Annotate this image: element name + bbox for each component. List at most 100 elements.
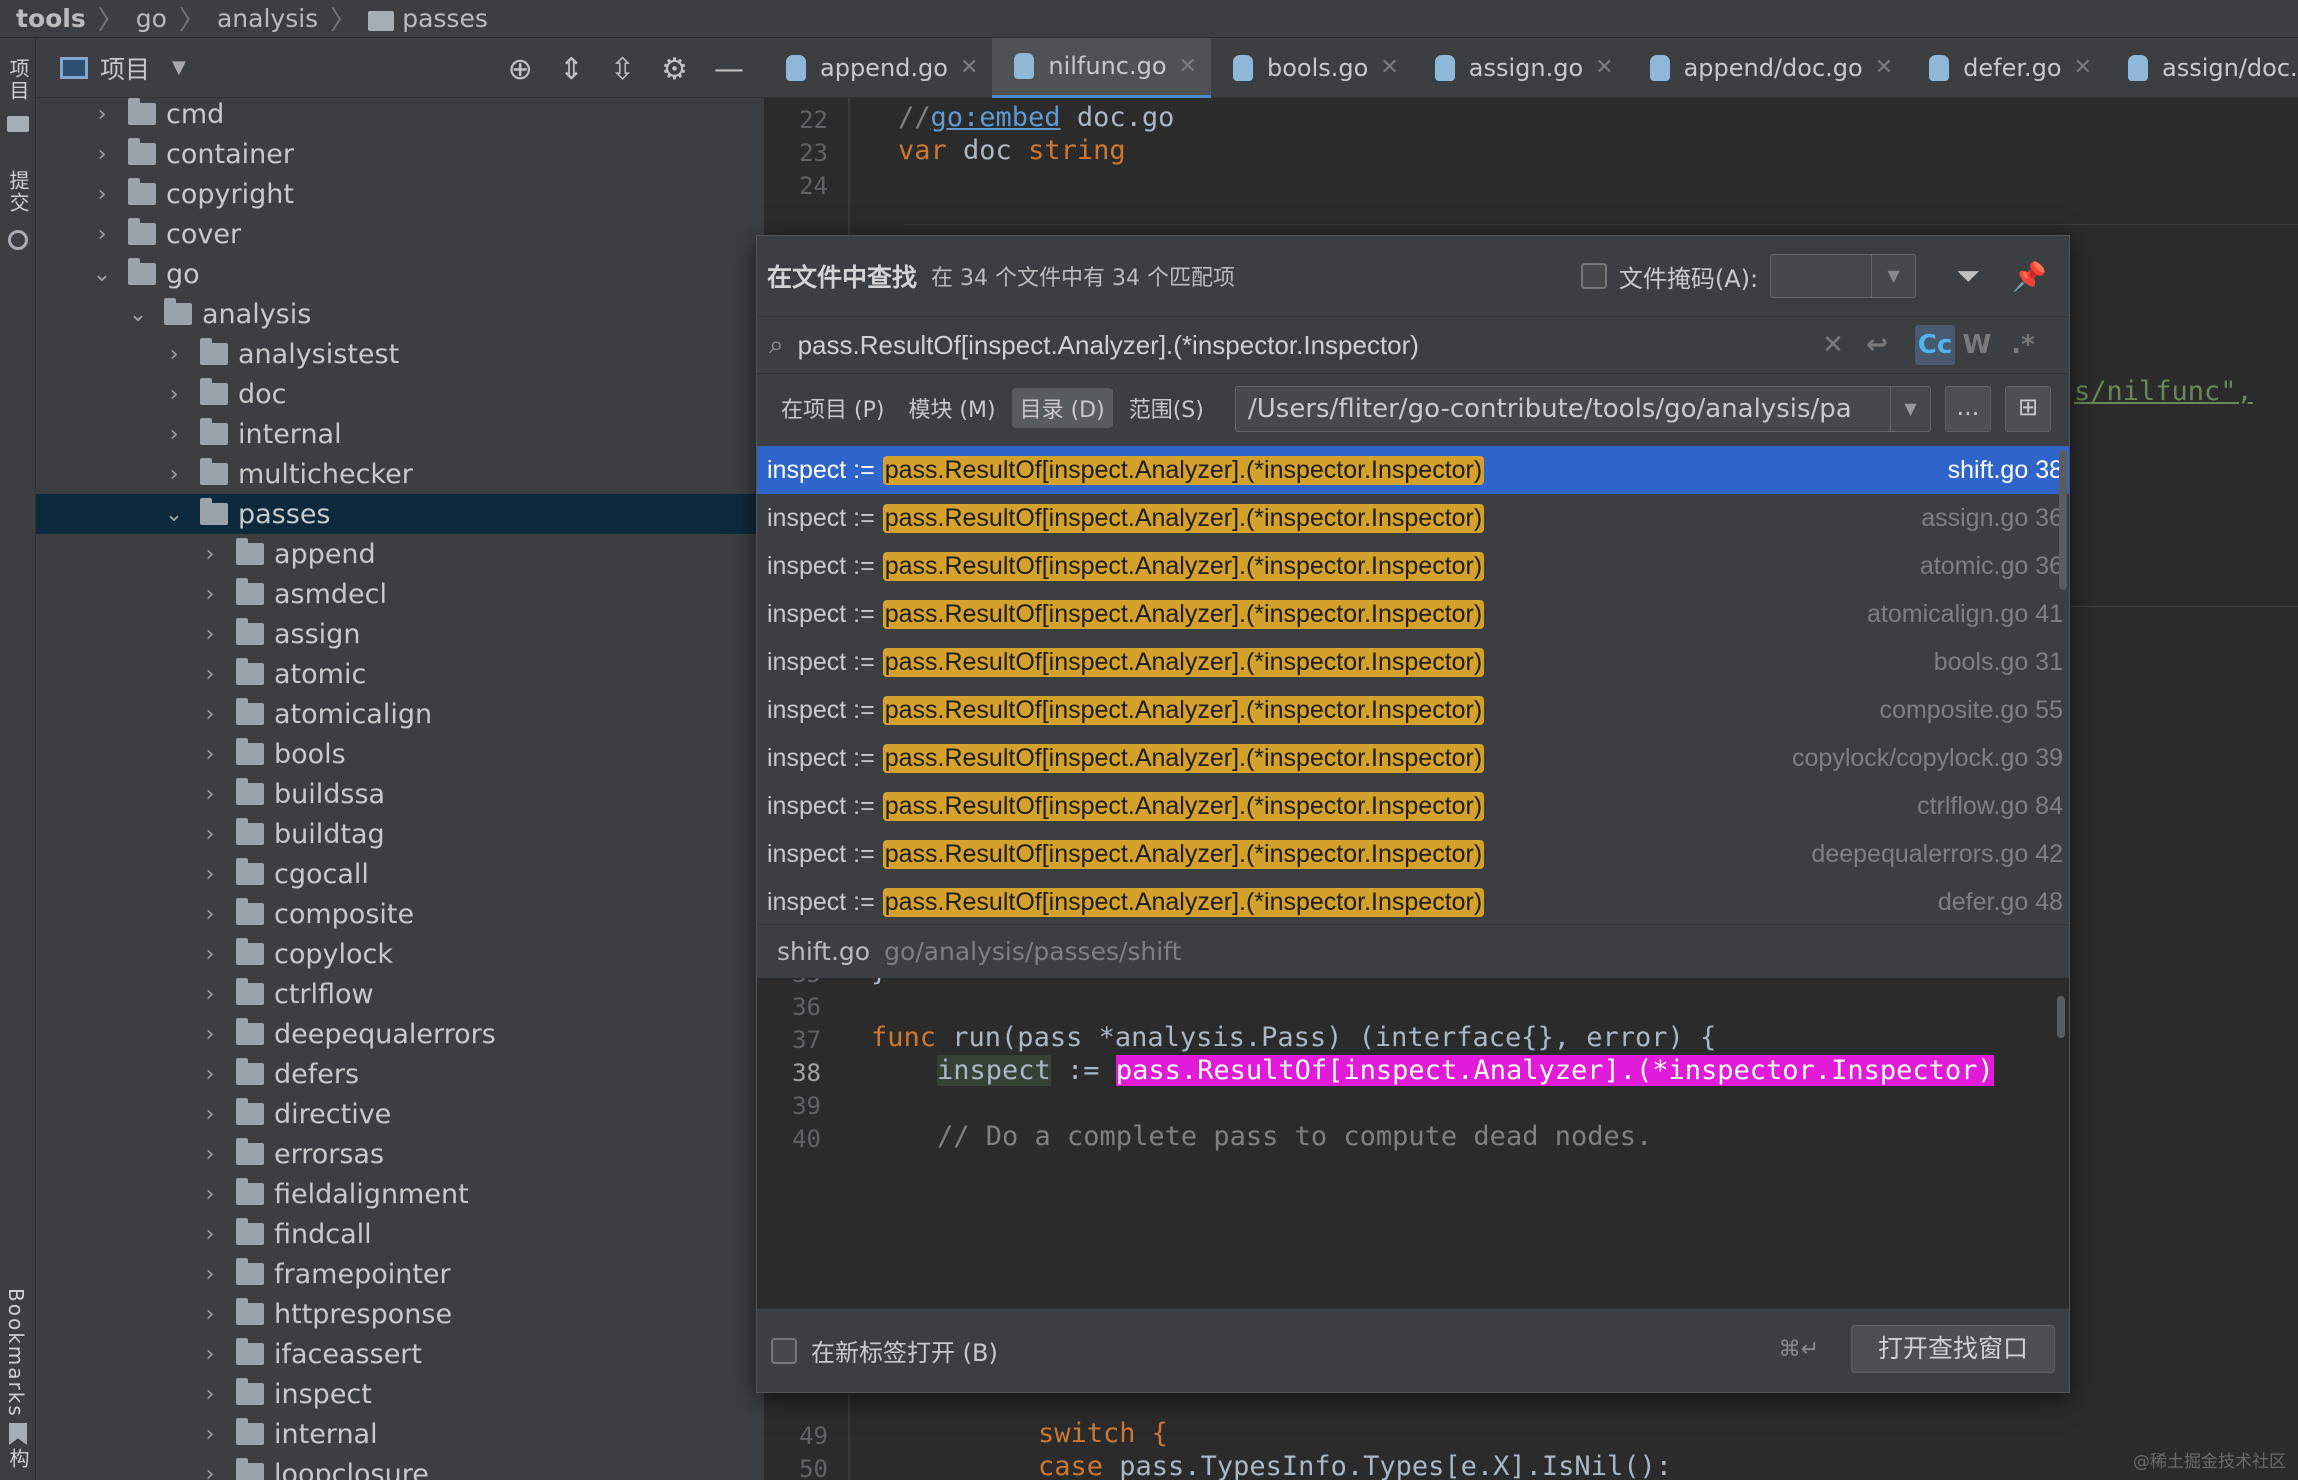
chevron-down-icon[interactable]: ⌄	[164, 502, 184, 527]
scope-custom[interactable]: 范围(S)	[1121, 388, 1212, 428]
tree-item-analysistest[interactable]: › analysistest	[36, 334, 764, 374]
chevron-right-icon[interactable]: ›	[92, 222, 112, 247]
close-icon[interactable]: ✕	[1380, 55, 1398, 80]
breadcrumb-analysis[interactable]: analysis	[217, 4, 318, 33]
chevron-right-icon[interactable]: ›	[200, 542, 220, 567]
tree-item-ifaceassert[interactable]: › ifaceassert	[36, 1334, 764, 1374]
chevron-right-icon[interactable]: ›	[164, 422, 184, 447]
tree-item-doc[interactable]: › doc	[36, 374, 764, 414]
tree-item-copylock[interactable]: › copylock	[36, 934, 764, 974]
chevron-right-icon[interactable]: ›	[200, 1302, 220, 1327]
chevron-down-icon[interactable]: ⌄	[128, 302, 148, 327]
chevron-right-icon[interactable]: ›	[92, 142, 112, 167]
chevron-right-icon[interactable]: ›	[200, 822, 220, 847]
result-row[interactable]: inspect := pass.ResultOf[inspect.Analyzer…	[757, 878, 2069, 924]
open-in-new-tab-checkbox[interactable]	[771, 1337, 797, 1364]
tree-item-directive[interactable]: › directive	[36, 1094, 764, 1134]
breadcrumb-tools[interactable]: tools	[16, 4, 86, 33]
close-icon[interactable]: ✕	[2074, 55, 2092, 80]
tree-item-atomicalign[interactable]: › atomicalign	[36, 694, 764, 734]
chevron-right-icon[interactable]: ›	[200, 702, 220, 727]
file-mask-checkbox[interactable]	[1580, 263, 1607, 289]
tab-bools.go[interactable]: bools.go ✕	[1211, 38, 1413, 98]
chevron-right-icon[interactable]: ›	[200, 862, 220, 887]
tree-item-atomic[interactable]: › atomic	[36, 654, 764, 694]
tree-item-cgocall[interactable]: › cgocall	[36, 854, 764, 894]
tree-item-copyright[interactable]: › copyright	[36, 174, 764, 214]
chevron-down-icon[interactable]: ▼	[1890, 387, 1930, 431]
open-find-window-button[interactable]: 打开查找窗口	[1850, 1325, 2055, 1373]
tree-item-go[interactable]: ⌄ go	[36, 254, 764, 294]
tree-item-buildtag[interactable]: › buildtag	[36, 814, 764, 854]
tab-defer.go[interactable]: defer.go ✕	[1907, 38, 2106, 98]
chevron-right-icon[interactable]: ›	[200, 662, 220, 687]
chevron-right-icon[interactable]: ›	[164, 342, 184, 367]
result-row[interactable]: inspect := pass.ResultOf[inspect.Analyzer…	[757, 542, 2069, 590]
chevron-right-icon[interactable]: ›	[164, 462, 184, 487]
chevron-right-icon[interactable]: ›	[200, 1182, 220, 1207]
chevron-right-icon[interactable]: ›	[200, 1262, 220, 1287]
close-icon[interactable]: ✕	[1179, 54, 1197, 79]
filter-icon[interactable]: ⏷	[1956, 259, 1980, 294]
result-row[interactable]: inspect := pass.ResultOf[inspect.Analyzer…	[757, 830, 2069, 878]
file-mask-input[interactable]: ▼	[1770, 254, 1917, 298]
close-icon[interactable]: ✕	[1595, 55, 1613, 80]
tab-append/doc.go[interactable]: append/doc.go ✕	[1628, 38, 1908, 98]
tree-item-deepequalerrors[interactable]: › deepequalerrors	[36, 1014, 764, 1054]
chevron-right-icon[interactable]: ›	[200, 742, 220, 767]
chevron-right-icon[interactable]: ›	[200, 902, 220, 927]
scope-directory[interactable]: 目录 (D)	[1011, 388, 1113, 428]
chevron-right-icon[interactable]: ›	[200, 1062, 220, 1087]
tree-item-analysis[interactable]: ⌄ analysis	[36, 294, 764, 334]
chevron-right-icon[interactable]: ›	[200, 1222, 220, 1247]
chevron-right-icon[interactable]: ›	[200, 1022, 220, 1047]
breadcrumb-passes[interactable]: passes	[402, 4, 488, 33]
tree-item-append[interactable]: › append	[36, 534, 764, 574]
gear-icon[interactable]: ⚙	[661, 52, 688, 87]
tree-item-container[interactable]: › container	[36, 134, 764, 174]
chevron-right-icon[interactable]: ›	[200, 582, 220, 607]
tree-item-inspect[interactable]: › inspect	[36, 1374, 764, 1414]
project-tool-button[interactable]: 项目	[4, 58, 33, 102]
recursive-icon[interactable]: ⊞	[2005, 386, 2051, 432]
embed-directive-link[interactable]: go:embed	[931, 102, 1061, 133]
close-icon[interactable]: ✕	[1875, 55, 1893, 80]
result-row[interactable]: inspect := pass.ResultOf[inspect.Analyzer…	[757, 494, 2069, 542]
chevron-right-icon[interactable]: ›	[200, 1342, 220, 1367]
chevron-right-icon[interactable]: ›	[200, 622, 220, 647]
result-row[interactable]: inspect := pass.ResultOf[inspect.Analyzer…	[757, 782, 2069, 830]
directory-path-input[interactable]: /Users/fliter/go-contribute/tools/go/ana…	[1235, 386, 1931, 432]
tree-item-cover[interactable]: › cover	[36, 214, 764, 254]
tree-item-multichecker[interactable]: › multichecker	[36, 454, 764, 494]
chevron-right-icon[interactable]: ›	[200, 1142, 220, 1167]
chevron-right-icon[interactable]: ›	[164, 382, 184, 407]
chevron-right-icon[interactable]: ›	[200, 942, 220, 967]
project-panel-title[interactable]: 项目	[100, 50, 150, 86]
tree-item-cmd[interactable]: › cmd	[36, 94, 764, 134]
preview-scrollbar[interactable]	[2057, 996, 2065, 1038]
scope-project[interactable]: 在项目 (P)	[773, 388, 892, 428]
result-row[interactable]: inspect := pass.ResultOf[inspect.Analyzer…	[757, 446, 2069, 494]
commit-tool-button[interactable]: 提交	[4, 170, 33, 214]
tree-item-fieldalignment[interactable]: › fieldalignment	[36, 1174, 764, 1214]
collapse-all-icon[interactable]: ⇳	[610, 52, 635, 87]
tree-item-internal[interactable]: › internal	[36, 414, 764, 454]
result-row[interactable]: inspect := pass.ResultOf[inspect.Analyzer…	[757, 734, 2069, 782]
tree-item-assign[interactable]: › assign	[36, 614, 764, 654]
tree-item-buildssa[interactable]: › buildssa	[36, 774, 764, 814]
chevron-right-icon[interactable]: ›	[200, 982, 220, 1007]
bookmarks-tool-button[interactable]: Bookmarks	[4, 1288, 28, 1418]
new-line-icon[interactable]: ↩	[1857, 325, 1897, 365]
tree-item-httpresponse[interactable]: › httpresponse	[36, 1294, 764, 1334]
tree-item-errorsas[interactable]: › errorsas	[36, 1134, 764, 1174]
result-row[interactable]: inspect := pass.ResultOf[inspect.Analyzer…	[757, 638, 2069, 686]
clear-icon[interactable]: ✕	[1813, 325, 1853, 365]
breadcrumb-go[interactable]: go	[136, 4, 167, 33]
match-case-toggle[interactable]: Cc	[1915, 325, 1955, 365]
tree-item-ctrlflow[interactable]: › ctrlflow	[36, 974, 764, 1014]
tree-item-findcall[interactable]: › findcall	[36, 1214, 764, 1254]
chevron-down-icon[interactable]: ▼	[172, 57, 186, 78]
tree-item-loopclosure[interactable]: › loopclosure	[36, 1454, 764, 1480]
browse-button[interactable]: ...	[1945, 386, 1991, 432]
expand-all-icon[interactable]: ⇕	[559, 52, 584, 87]
